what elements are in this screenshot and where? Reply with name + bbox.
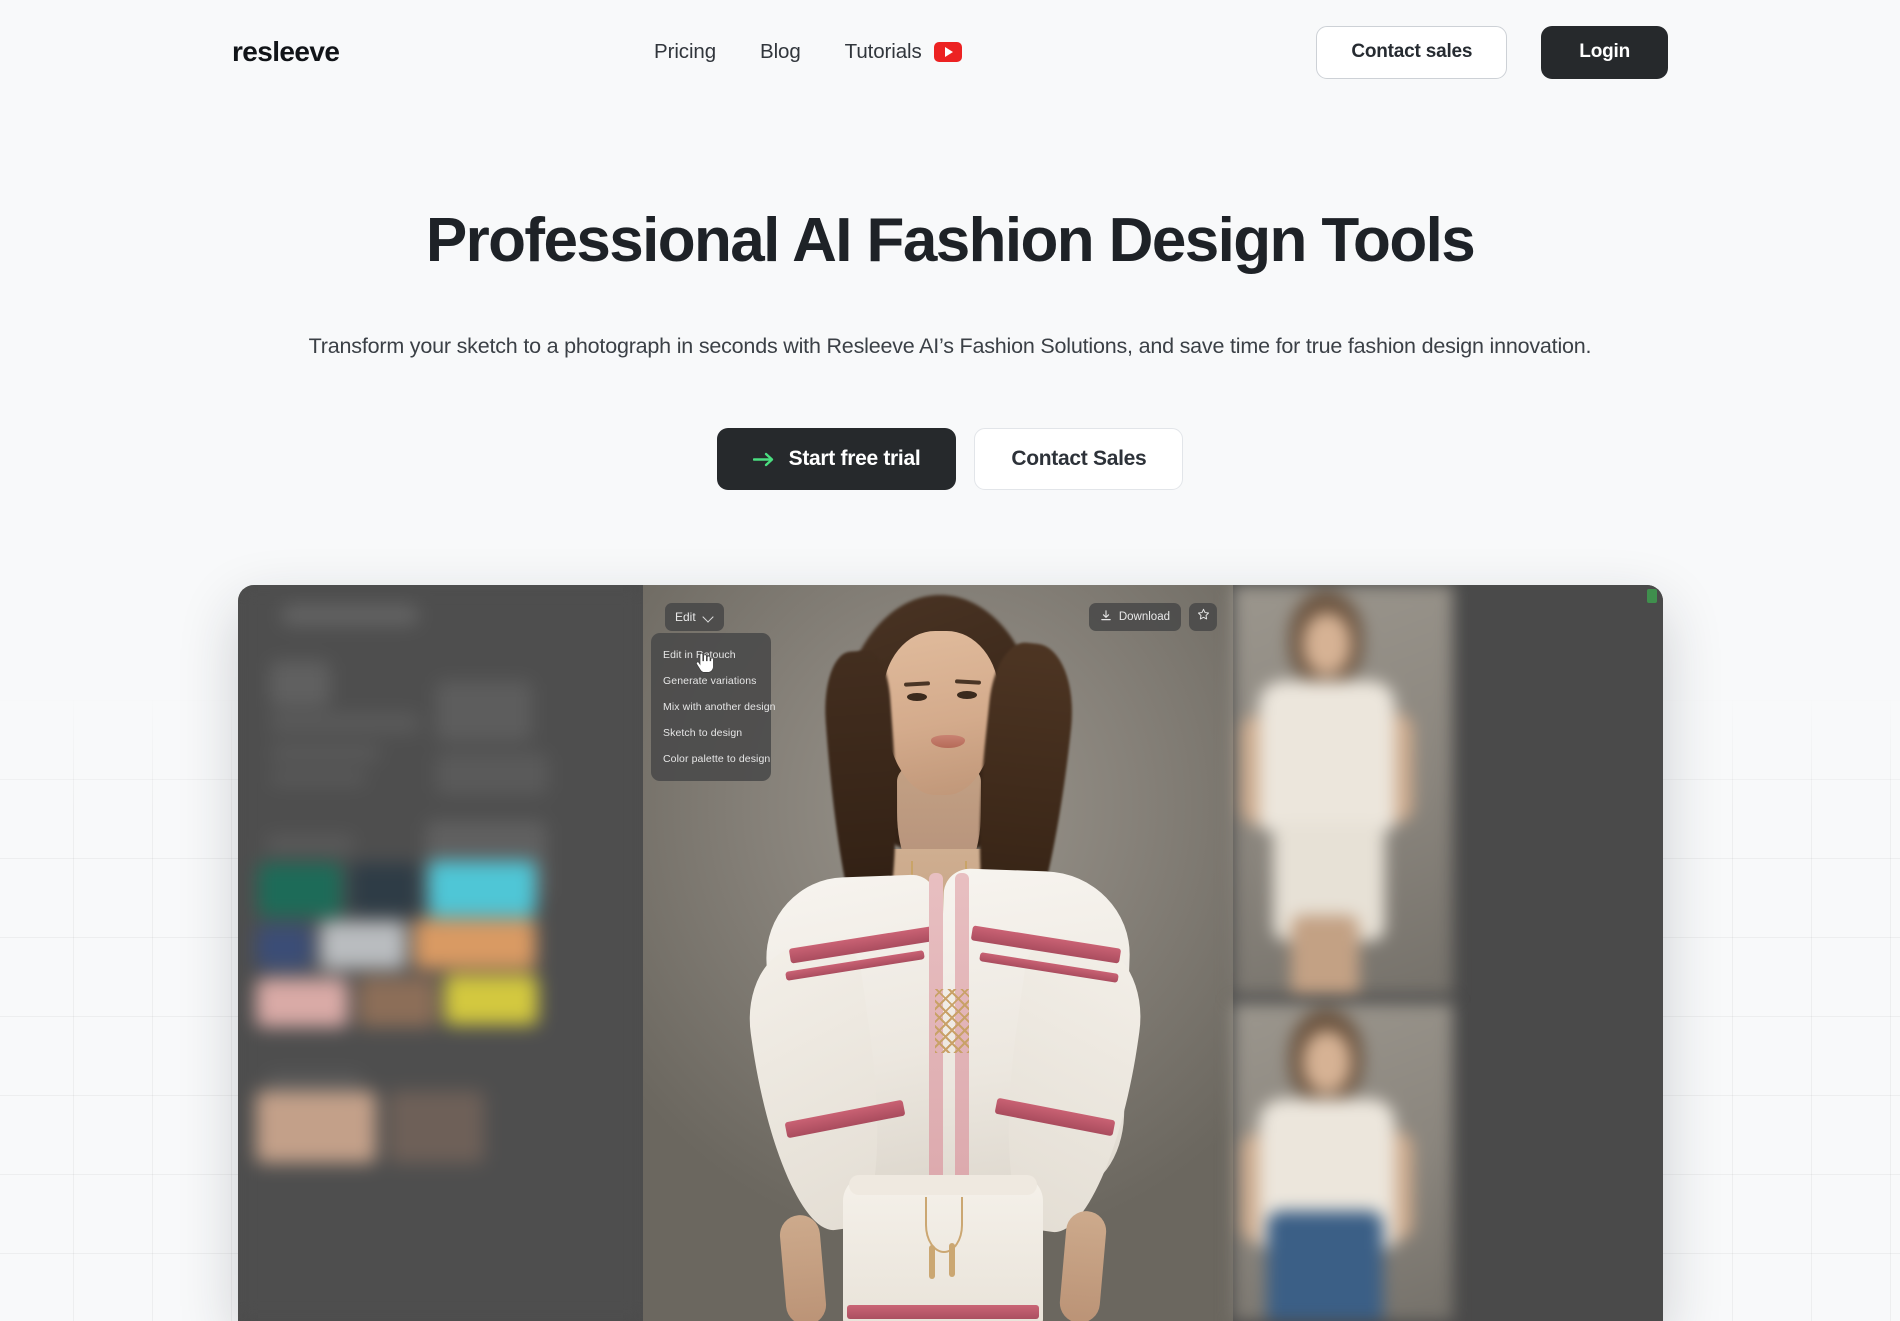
sidebar-color-swatch <box>350 863 420 915</box>
star-icon <box>1197 608 1210 626</box>
arrow-right-icon <box>752 452 774 467</box>
variation-thumbnail[interactable] <box>1233 585 1453 995</box>
sidebar-color-swatch <box>258 863 342 917</box>
variation-thumbnail[interactable] <box>1233 1003 1453 1321</box>
sidebar-color-swatch <box>428 861 536 917</box>
download-label: Download <box>1118 611 1170 623</box>
app-canvas: Edit Edit in Retouch Generate variations… <box>643 585 1233 1321</box>
variation-garment-denim-shorts <box>1267 1211 1383 1321</box>
model-eye <box>907 693 927 701</box>
sidebar-thumb-placeholder <box>270 661 330 707</box>
variation-model-legs <box>1291 915 1359 995</box>
model-eye <box>957 691 977 699</box>
sidebar-row-placeholder <box>270 771 366 785</box>
sidebar-color-swatch <box>358 977 436 1027</box>
menu-item-color-palette-to-design[interactable]: Color palette to design <box>651 746 771 772</box>
hero-section: Professional AI Fashion Design Tools Tra… <box>0 104 1900 491</box>
contact-sales-header-button[interactable]: Contact sales <box>1316 25 1508 79</box>
download-icon <box>1100 609 1112 625</box>
login-button[interactable]: Login <box>1541 25 1668 79</box>
youtube-icon <box>933 42 962 62</box>
nav-link-tutorials[interactable]: Tutorials <box>845 40 962 64</box>
app-preview-window: Edit Edit in Retouch Generate variations… <box>238 585 1663 1321</box>
start-free-trial-button[interactable]: Start free trial <box>716 428 957 491</box>
hero-subtitle: Transform your sketch to a photograph in… <box>308 334 1592 359</box>
sidebar-row-placeholder <box>270 745 380 761</box>
page-title: Professional AI Fashion Design Tools <box>425 206 1476 275</box>
sidebar-color-swatch <box>320 921 406 969</box>
sidebar-color-swatch <box>444 975 538 1025</box>
hero-cta-group: Start free trial Contact Sales <box>0 428 1900 491</box>
edit-dropdown-menu: Edit in Retouch Generate variations Mix … <box>651 633 776 781</box>
sidebar-label-placeholder <box>266 835 354 853</box>
edit-dropdown-label: Edit <box>675 610 696 624</box>
contact-sales-hero-button[interactable]: Contact Sales <box>974 428 1184 491</box>
app-variations-rail <box>1233 585 1663 1321</box>
sidebar-color-swatch <box>256 1091 376 1163</box>
site-header: resleeve Pricing Blog Tutorials Contact … <box>0 0 1900 104</box>
garment-lace-up-detail <box>935 989 969 1053</box>
nav-link-tutorials-label: Tutorials <box>844 40 922 63</box>
variation-garment-top <box>1259 681 1395 831</box>
canvas-toolbar: Download <box>1088 603 1217 631</box>
menu-item-mix-with-another-design[interactable]: Mix with another design <box>651 694 776 720</box>
start-free-trial-label: Start free trial <box>788 447 921 471</box>
nav-link-pricing[interactable]: Pricing <box>654 40 716 64</box>
app-sidebar-blurred <box>238 585 643 1321</box>
variation-model-face <box>1303 1031 1351 1093</box>
garment-shorts-hem-trim <box>847 1305 1039 1319</box>
header-actions: Contact sales Login <box>1316 25 1668 79</box>
sidebar-color-swatch <box>256 925 312 969</box>
menu-item-sketch-to-design[interactable]: Sketch to design <box>651 720 771 746</box>
chevron-down-icon <box>704 612 714 622</box>
garment-drawstring-end <box>929 1245 935 1279</box>
variation-model-face <box>1303 613 1351 675</box>
sidebar-row-placeholder <box>270 713 420 733</box>
sidebar-card-placeholder <box>436 681 532 741</box>
edit-dropdown-button[interactable]: Edit <box>665 603 724 631</box>
sidebar-color-swatch <box>414 919 536 969</box>
corner-accent-marker <box>1647 589 1657 603</box>
sidebar-label-placeholder <box>266 1073 362 1091</box>
sidebar-card-placeholder <box>436 753 548 795</box>
menu-item-generate-variations[interactable]: Generate variations <box>651 668 771 694</box>
main-navigation: Pricing Blog Tutorials <box>299 40 1316 64</box>
sidebar-color-swatch <box>388 1091 484 1163</box>
garment-drawstring-end <box>949 1243 955 1277</box>
sidebar-title-placeholder <box>282 605 418 625</box>
menu-item-edit-in-retouch[interactable]: Edit in Retouch <box>651 642 771 668</box>
download-button[interactable]: Download <box>1088 603 1181 631</box>
sidebar-color-swatch <box>256 979 348 1027</box>
favorite-button[interactable] <box>1189 603 1217 631</box>
garment-waistband <box>849 1175 1037 1195</box>
nav-link-blog[interactable]: Blog <box>760 40 801 64</box>
